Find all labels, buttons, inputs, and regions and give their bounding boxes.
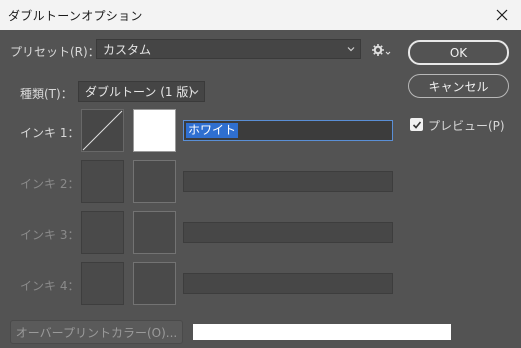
preset-label: プリセット(R)：	[10, 45, 100, 59]
preview-checkbox[interactable]	[410, 118, 423, 131]
ink-3-color-swatch	[133, 211, 176, 254]
ink-2-name-field	[183, 171, 393, 192]
ink-4-curve-button	[81, 262, 124, 305]
ink-3-label: インキ 3：	[20, 228, 80, 242]
ink-2-curve-button	[81, 160, 124, 203]
ink-1-label: インキ 1：	[20, 126, 80, 140]
type-value: ダブルトーン (1 版)	[85, 85, 194, 99]
close-button[interactable]	[483, 0, 521, 30]
chevron-down-icon	[347, 47, 355, 52]
ok-button[interactable]: OK	[408, 40, 509, 65]
type-label: 種類(T)：	[20, 87, 73, 101]
preset-dropdown[interactable]: カスタム	[96, 39, 361, 59]
ink-1-name-field[interactable]: ホワイト	[183, 120, 393, 141]
ink-3-curve-button	[81, 211, 124, 254]
duotone-options-dialog: プリセット(R)： カスタム OK キャンセル プレビュー(P) 種類(T)： …	[0, 30, 521, 348]
cancel-button[interactable]: キャンセル	[408, 74, 509, 98]
ink-1-curve-button[interactable]	[81, 109, 124, 152]
ink-2-label: インキ 2：	[20, 177, 80, 191]
ink-3-name-field	[183, 222, 393, 243]
ink-1-name-value: ホワイト	[186, 123, 239, 138]
ink-4-name-field	[183, 273, 393, 294]
ink-4-label: インキ 4：	[20, 279, 80, 293]
chevron-down-icon	[191, 89, 199, 94]
curve-diagonal-icon	[82, 110, 123, 151]
preview-label[interactable]: プレビュー(P)	[428, 117, 505, 134]
overprint-colors-button: オーバープリントカラー(O)...	[10, 320, 183, 344]
overprint-preview-bar	[193, 324, 451, 340]
window-title: ダブルトーンオプション	[8, 9, 143, 23]
close-icon	[496, 9, 508, 21]
type-dropdown[interactable]: ダブルトーン (1 版)	[78, 81, 205, 102]
title-bar: ダブルトーンオプション	[0, 0, 521, 30]
ink-2-color-swatch	[133, 160, 176, 203]
preset-value: カスタム	[103, 42, 152, 57]
gear-icon[interactable]	[371, 43, 391, 57]
ink-1-color-swatch[interactable]	[133, 109, 176, 152]
checkmark-icon	[412, 120, 421, 129]
ink-4-color-swatch	[133, 262, 176, 305]
